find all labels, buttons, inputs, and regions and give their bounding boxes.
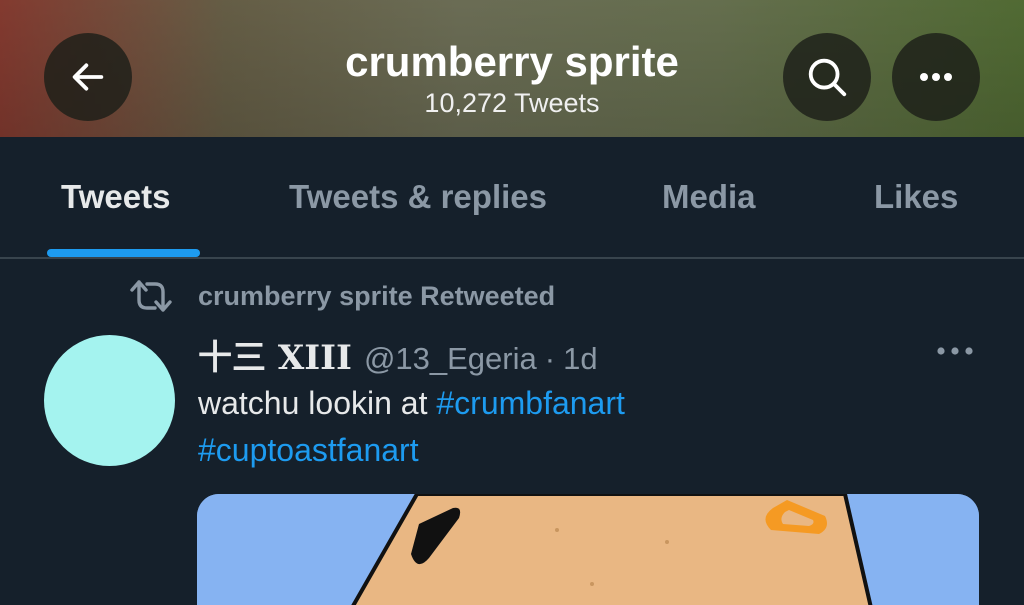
tab-likes[interactable]: Likes	[874, 177, 958, 217]
tabs-divider	[0, 257, 1024, 259]
search-icon	[808, 58, 847, 97]
tweet-author-line: 十三 XIII @13_Egeria · 1d	[198, 330, 598, 378]
tweet-timestamp[interactable]: 1d	[563, 341, 597, 377]
hashtag-link[interactable]: #crumbfanart	[436, 385, 625, 421]
profile-page: crumberry sprite 10,272 Tweets Tweets Tw…	[0, 0, 1024, 605]
retweet-icon	[128, 276, 174, 316]
meta-separator: ·	[544, 341, 556, 376]
profile-header: crumberry sprite 10,272 Tweets	[0, 0, 1024, 137]
hashtag-link[interactable]: #cuptoastfanart	[198, 432, 419, 468]
tab-tweets[interactable]: Tweets	[61, 177, 170, 217]
author-handle[interactable]: @13_Egeria	[364, 341, 537, 377]
more-options-button[interactable]	[892, 33, 980, 121]
tweet-count: 10,272 Tweets	[424, 88, 600, 118]
tweet-media-image[interactable]	[197, 494, 979, 605]
ellipsis-horizontal-icon	[920, 73, 952, 81]
tweet-body: watchu lookin at	[198, 385, 428, 421]
profile-tabs: Tweets Tweets & replies Media Likes	[0, 137, 1024, 259]
search-button[interactable]	[783, 33, 871, 121]
active-tab-indicator	[47, 249, 200, 257]
tweet-more-button[interactable]	[934, 342, 976, 360]
retweet-label[interactable]: crumberry sprite Retweeted	[198, 281, 555, 312]
author-name[interactable]: 十三 XIII	[198, 330, 352, 379]
ellipsis-horizontal-icon	[937, 347, 973, 355]
tab-media[interactable]: Media	[662, 177, 756, 217]
tab-tweets-and-replies[interactable]: Tweets & replies	[289, 177, 547, 217]
avatar[interactable]	[44, 335, 175, 466]
retweet-context: crumberry sprite Retweeted	[128, 276, 555, 316]
tweet-text: watchu lookin at #crumbfanart #cuptoastf…	[198, 380, 958, 474]
